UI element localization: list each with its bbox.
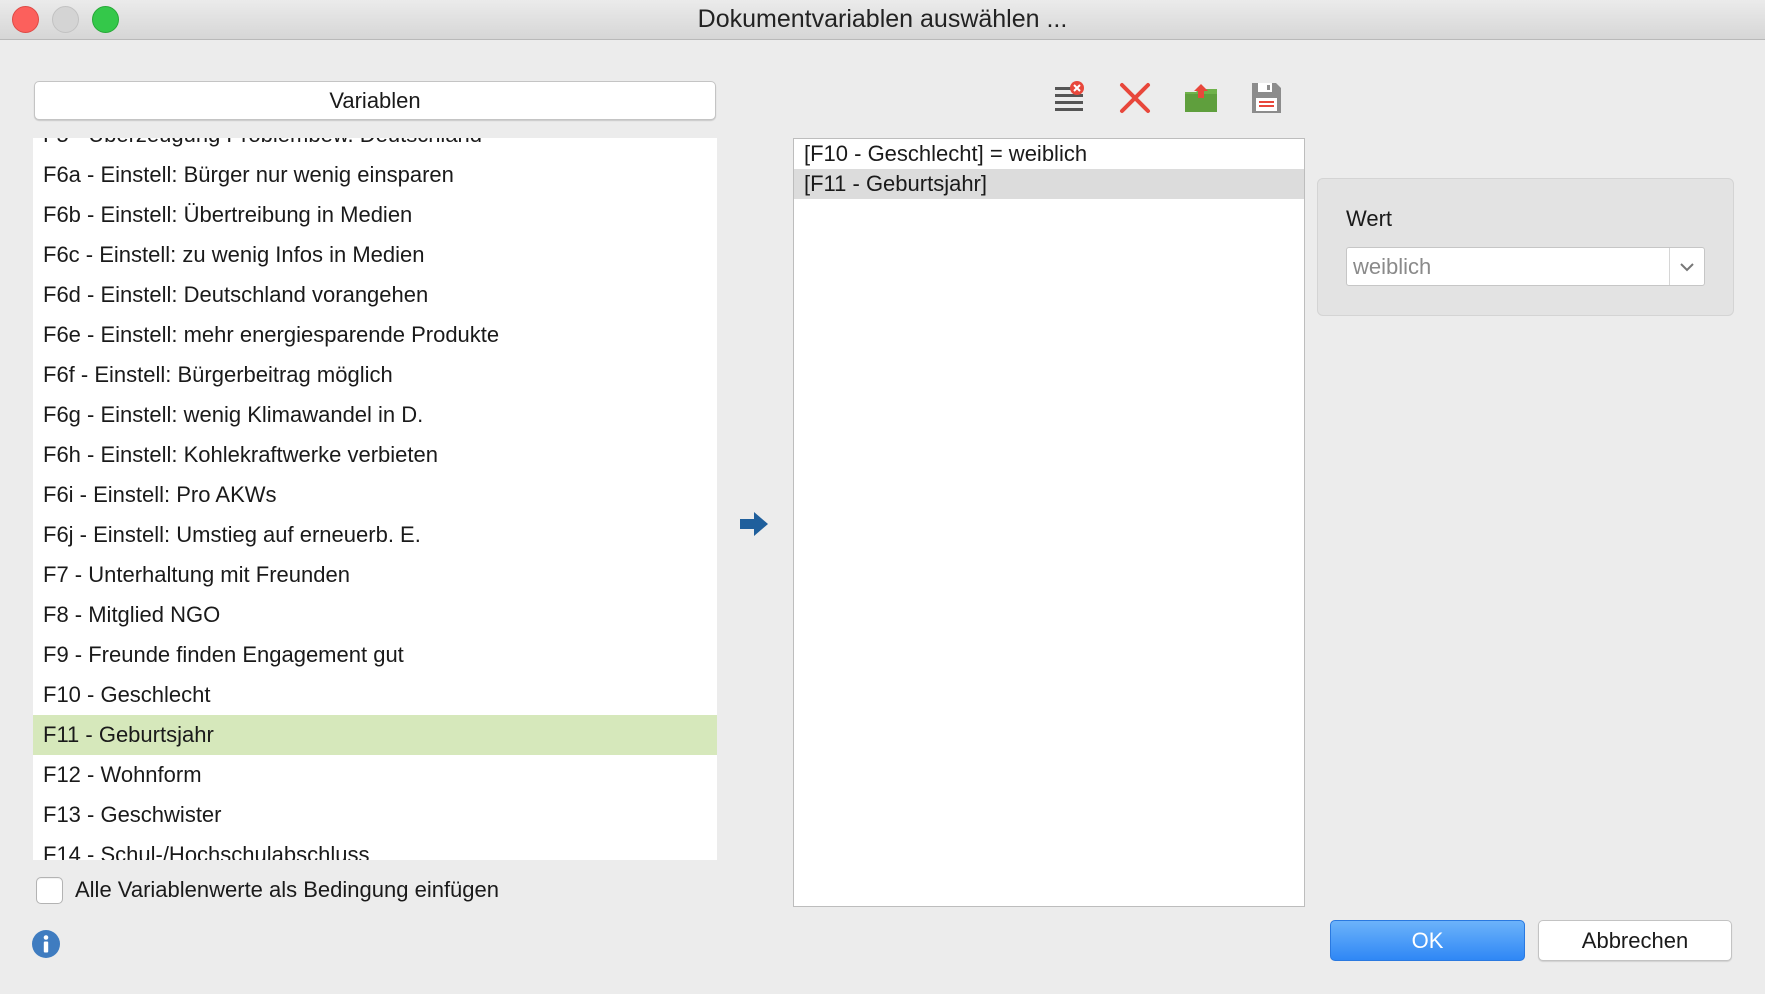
variable-list-item[interactable]: F12 - Wohnform (33, 755, 717, 795)
variable-list-item[interactable]: F11 - Geburtsjahr (33, 715, 717, 755)
variable-list-item[interactable]: F10 - Geschlecht (33, 675, 717, 715)
info-icon[interactable] (31, 929, 61, 959)
variables-list-content: F5 - Überzeugung Problembew. Deutschland… (33, 138, 717, 860)
variable-list-item[interactable]: F8 - Mitglied NGO (33, 595, 717, 635)
save-icon[interactable] (1248, 80, 1284, 116)
insert-all-values-checkbox[interactable] (36, 876, 63, 904)
variable-list-item[interactable]: F6b - Einstell: Übertreibung in Medien (33, 195, 717, 235)
open-folder-icon[interactable] (1183, 80, 1219, 116)
conditions-list[interactable]: [F10 - Geschlecht] = weiblich [F11 - Gebu… (793, 138, 1305, 907)
value-label: Wert (1346, 206, 1393, 231)
window-title: Dokumentvariablen auswählen ... (697, 5, 1068, 33)
delete-icon[interactable] (1117, 80, 1153, 116)
condition-list-item[interactable]: [F11 - Geburtsjahr] (794, 169, 1304, 199)
variable-list-item[interactable]: F6c - Einstell: zu wenig Infos in Medien (33, 235, 717, 275)
condition-list-item[interactable]: [F10 - Geschlecht] = weiblich (794, 139, 1304, 169)
variables-column-header[interactable]: Variablen (34, 81, 716, 120)
variable-list-item[interactable]: F5 - Überzeugung Problembew. Deutschland (33, 138, 717, 155)
variable-list-item[interactable]: F9 - Freunde finden Engagement gut (33, 635, 717, 675)
variable-list-item[interactable]: F6j - Einstell: Umstieg auf erneuerb. E. (33, 515, 717, 555)
value-panel: Wert weiblich (1317, 178, 1734, 316)
variable-list-item[interactable]: F13 - Geschwister (33, 795, 717, 835)
variable-list-item[interactable]: F6a - Einstell: Bürger nur wenig einspar… (33, 155, 717, 195)
variable-list-item[interactable]: F6f - Einstell: Bürgerbeitrag möglich (33, 355, 717, 395)
cancel-button[interactable]: Abbrechen (1538, 920, 1732, 961)
variable-list-item[interactable]: F6g - Einstell: wenig Klimawandel in D. (33, 395, 717, 435)
insert-all-values-label: Alle Variablenwerte als Bedingung einfüg… (75, 877, 499, 902)
conditions-list-content: [F10 - Geschlecht] = weiblich [F11 - Gebu… (794, 139, 1304, 199)
variables-list[interactable]: F5 - Überzeugung Problembew. Deutschland… (33, 138, 717, 860)
variable-list-item[interactable]: F6h - Einstell: Kohlekraftwerke verbiete… (33, 435, 717, 475)
insert-all-values-option[interactable]: Alle Variablenwerte als Bedingung einfüg… (36, 875, 499, 905)
variable-list-item[interactable]: F14 - Schul-/Hochschulabschluss (33, 835, 717, 860)
arrow-right-icon[interactable] (738, 509, 770, 539)
clear-list-icon[interactable] (1052, 80, 1088, 116)
value-select[interactable]: weiblich (1346, 247, 1705, 286)
title-bar: Dokumentvariablen auswählen ... (0, 0, 1765, 40)
ok-button[interactable]: OK (1330, 920, 1525, 961)
variable-list-item[interactable]: F7 - Unterhaltung mit Freunden (33, 555, 717, 595)
variable-list-item[interactable]: F6d - Einstell: Deutschland vorangehen (33, 275, 717, 315)
value-select-current: weiblich (1353, 254, 1432, 279)
variable-list-item[interactable]: F6i - Einstell: Pro AKWs (33, 475, 717, 515)
chevron-down-icon[interactable] (1669, 248, 1704, 285)
variable-list-item[interactable]: F6e - Einstell: mehr energiesparende Pro… (33, 315, 717, 355)
